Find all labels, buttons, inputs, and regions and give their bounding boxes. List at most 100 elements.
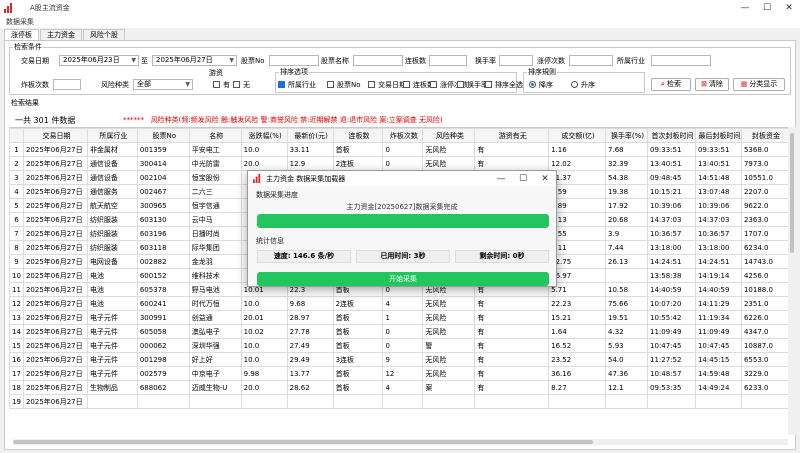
column-header[interactable]: 最后封板时间 xyxy=(694,128,742,143)
clear-button[interactable]: ⊠ 清除 xyxy=(695,78,729,91)
menu-data-collect[interactable]: 数据采集 xyxy=(6,17,34,27)
table-cell: 23.52 xyxy=(548,352,607,367)
table-cell: 2363.0 xyxy=(740,212,789,227)
date-from-picker[interactable]: 2025年06月23日 ▼ xyxy=(59,55,139,66)
sort-desc-radio[interactable] xyxy=(529,81,536,88)
table-cell: 0 xyxy=(382,338,424,353)
column-header[interactable]: 炸板次数 xyxy=(382,128,424,143)
table-cell: 14:19:14 xyxy=(694,268,742,283)
table-row[interactable]: 1 2025年06月27日 非金属材 001359 平安电工 10.0 33.11 首板 0 无风… xyxy=(9,142,789,157)
table-cell: 002579 xyxy=(136,366,190,381)
search-button[interactable]: ⌕ 检索 xyxy=(651,78,691,91)
table-cell: 26.13 xyxy=(605,254,648,269)
column-header[interactable]: 股票No xyxy=(136,128,190,143)
table-cell: 9622.0 xyxy=(740,198,789,213)
table-cell: 16.52 xyxy=(548,338,607,353)
games-yes-checkbox[interactable] xyxy=(213,81,220,88)
table-row[interactable]: 17 2025年06月27日 电子元件 002579 中京电子 9.98 13.77 首板 12… xyxy=(9,366,789,381)
sort-board-checkbox[interactable] xyxy=(403,81,410,88)
table-cell: 4.32 xyxy=(605,324,648,339)
minimize-icon[interactable]: — xyxy=(734,0,756,16)
table-cell: 19.51 xyxy=(605,310,648,325)
table-cell: 金龙羽 xyxy=(188,254,242,269)
table-cell: 有 xyxy=(474,142,550,157)
table-row[interactable]: 16 2025年06月27日 电子元件 001298 好上好 10.0 29.49 3连板 9 无… xyxy=(9,352,789,367)
column-header[interactable]: 首次封板时间 xyxy=(646,128,696,143)
turnover-label: 换手率 xyxy=(475,57,496,65)
bomb-count-input[interactable] xyxy=(53,79,81,90)
table-cell: 14:51:48 xyxy=(694,170,742,185)
column-header[interactable] xyxy=(9,128,24,143)
code-label: 股票No xyxy=(241,57,265,65)
table-cell: 5 xyxy=(9,198,24,213)
table-cell: 20.01 xyxy=(240,310,288,325)
table-cell: 10.58 xyxy=(605,282,648,297)
column-header[interactable]: 成交额(亿) xyxy=(548,128,607,143)
table-row[interactable]: 14 2025年06月27日 电子元件 605058 澳弘电子 10.02 27.78 首板 0… xyxy=(9,324,789,339)
table-cell: 14:24:51 xyxy=(646,254,696,269)
tab-main-fund[interactable]: 主力资金 xyxy=(40,29,82,40)
column-header[interactable]: 所属行业 xyxy=(86,128,138,143)
code-input[interactable] xyxy=(269,55,319,66)
sort-turnover-checkbox[interactable] xyxy=(457,81,464,88)
table-cell: 32.39 xyxy=(605,156,648,171)
category-display-button[interactable]: ▦ 分类显示 xyxy=(733,78,785,91)
sort-industry-checkbox[interactable] xyxy=(278,81,285,88)
column-header[interactable]: 封板资金 xyxy=(740,128,789,143)
sort-limit-checkbox[interactable] xyxy=(430,81,437,88)
column-header[interactable]: 名称 xyxy=(188,128,242,143)
turnover-input[interactable] xyxy=(499,55,533,66)
dialog-minimize-icon[interactable]: — xyxy=(490,171,512,187)
table-cell: 4 xyxy=(9,184,24,199)
name-input[interactable] xyxy=(353,55,403,66)
dialog-maximize-icon[interactable]: ☐ xyxy=(512,171,534,187)
date-to-picker[interactable]: 2025年06月27日 ▼ xyxy=(152,55,237,66)
column-header[interactable]: 最新价(元) xyxy=(286,128,334,143)
table-cell: 688062 xyxy=(136,380,190,395)
games-no-checkbox[interactable] xyxy=(233,81,240,88)
table-cell: 6553.0 xyxy=(740,352,789,367)
board-input[interactable] xyxy=(429,55,467,66)
column-header[interactable]: 涨跌幅(%) xyxy=(240,128,288,143)
table-cell xyxy=(136,394,190,409)
table-row[interactable]: 19 2025年06月27日 xyxy=(9,394,789,409)
table-cell: 有 xyxy=(474,296,550,311)
column-header[interactable]: 风险种类 xyxy=(422,128,476,143)
column-header[interactable]: 交易日期 xyxy=(22,128,88,143)
table-cell: 14:37:03 xyxy=(694,212,742,227)
table-cell: 27.78 xyxy=(286,324,334,339)
risk-type-select[interactable]: 全部 ▼ xyxy=(133,79,193,90)
vertical-scrollbar[interactable] xyxy=(788,127,796,435)
table-cell: 27.49 xyxy=(286,338,334,353)
table-cell: 2025年06月27日 xyxy=(22,268,88,283)
sort-code-checkbox[interactable] xyxy=(327,81,334,88)
table-row[interactable]: 15 2025年06月27日 电子元件 000062 深圳华强 10.0 27.49 首板 0 警… xyxy=(9,338,789,353)
sort-asc-label: 升序 xyxy=(581,81,595,89)
dialog-close-icon[interactable]: ✕ xyxy=(534,171,556,187)
table-row[interactable]: 13 2025年06月27日 电子元件 300991 创益通 20.01 28.97 首板 1 无… xyxy=(9,310,789,325)
column-header[interactable]: 游资有无 xyxy=(474,128,550,143)
sort-all-checkbox[interactable] xyxy=(485,81,492,88)
start-collect-button[interactable]: 开始采集 xyxy=(257,272,549,286)
table-cell: 14:40:59 xyxy=(646,282,696,297)
table-row[interactable]: 18 2025年06月27日 生物制品 688062 迈威生物-U 20.0 28.62 首板… xyxy=(9,380,789,395)
sort-date-checkbox[interactable] xyxy=(368,81,375,88)
table-cell: 电池 xyxy=(86,296,138,311)
industry-input[interactable] xyxy=(651,55,711,66)
table-cell: 10 xyxy=(9,268,24,283)
maximize-icon[interactable]: ☐ xyxy=(756,0,778,16)
speed-stat: 速度: 146.6 条/秒 xyxy=(257,250,351,263)
table-row[interactable]: 12 2025年06月27日 电池 600241 时代万恒 10.0 9.68 2连板 4 无风险… xyxy=(9,296,789,311)
column-header[interactable]: 连板数 xyxy=(332,128,384,143)
table-cell: 5.55 xyxy=(548,226,607,241)
sort-asc-radio[interactable] xyxy=(571,81,578,88)
column-header[interactable]: 换手率(%) xyxy=(605,128,648,143)
close-icon[interactable]: ✕ xyxy=(778,0,800,16)
limit-count-input[interactable] xyxy=(569,55,613,66)
tab-limit-up[interactable]: 涨停板 xyxy=(4,29,39,40)
table-cell: 603196 xyxy=(136,226,190,241)
tab-risk-stock[interactable]: 风险个股 xyxy=(83,29,125,40)
table-row[interactable]: 2 2025年06月27日 通信设备 300414 中光防雷 20.0 12.9 2连板 0 无风… xyxy=(9,156,789,171)
title-bar: A股主流资金 — ☐ ✕ xyxy=(0,0,800,16)
horizontal-scrollbar[interactable] xyxy=(13,439,788,445)
